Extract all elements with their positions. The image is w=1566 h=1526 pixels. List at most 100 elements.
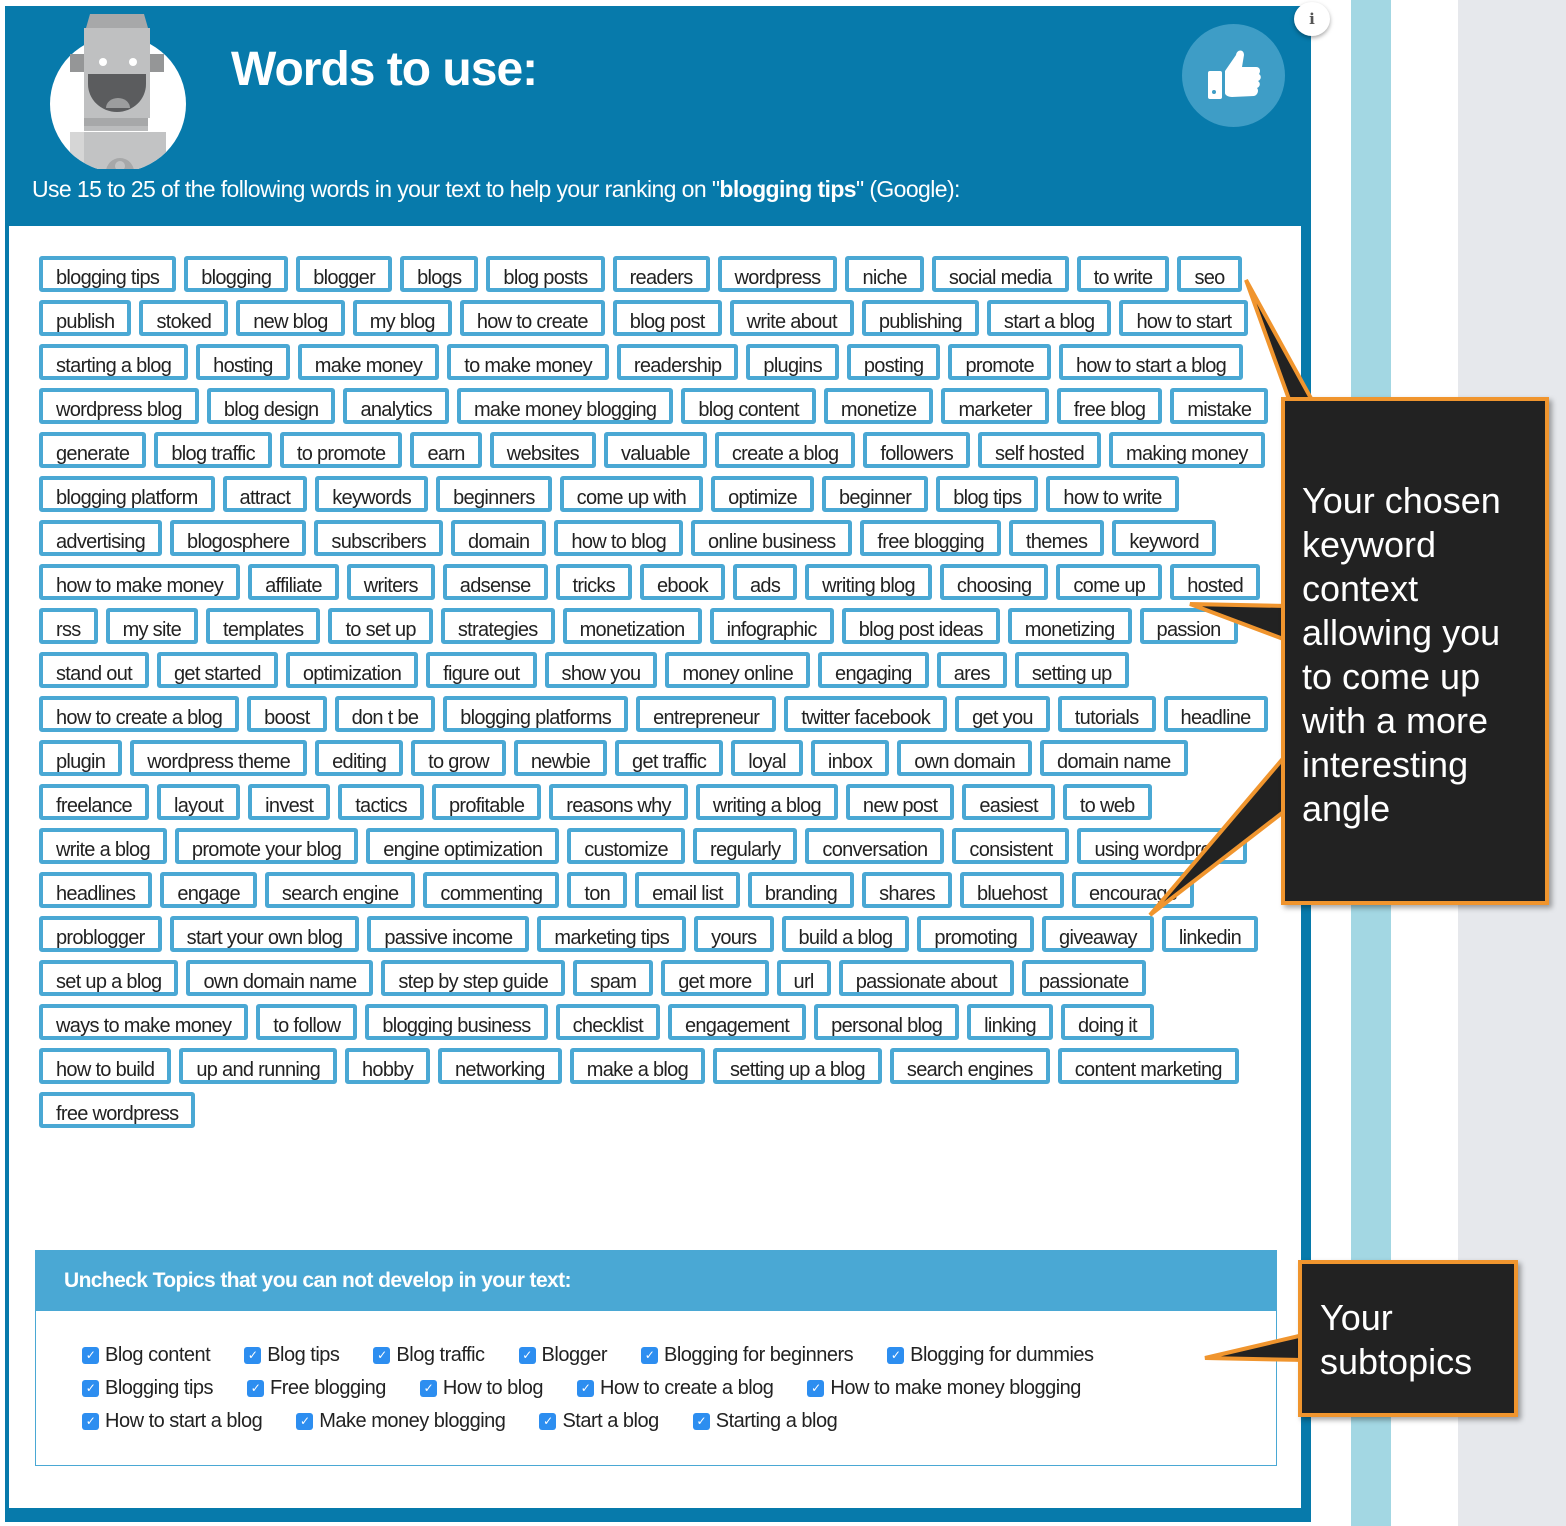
word-tag[interactable]: tricks [555,564,632,600]
word-tag[interactable]: adsense [442,564,548,600]
word-tag[interactable]: to write [1076,256,1170,292]
word-tag[interactable]: headlines [39,872,153,908]
word-tag[interactable]: bluehost [959,872,1064,908]
word-tag[interactable]: rss [39,608,98,644]
checkbox-checked-icon[interactable]: ✓ [247,1380,265,1397]
word-tag[interactable]: layout [156,784,241,820]
word-tag[interactable]: giveaway [1042,916,1154,952]
word-tag[interactable]: email list [635,872,740,908]
word-tag[interactable]: new post [845,784,955,820]
checkbox-checked-icon[interactable]: ✓ [518,1347,536,1364]
word-tag[interactable]: passion [1139,608,1238,644]
word-tag[interactable]: domain [450,520,547,556]
word-tag[interactable]: blog posts [486,256,605,292]
word-tag[interactable]: freelance [39,784,149,820]
word-tag[interactable]: readers [612,256,710,292]
checkbox-checked-icon[interactable]: ✓ [82,1413,99,1430]
word-tag[interactable]: my site [105,608,199,644]
word-tag[interactable]: using wordpress [1077,828,1247,864]
word-tag[interactable]: to make money [447,344,609,380]
word-tag[interactable]: blog traffic [154,432,272,468]
word-tag[interactable]: how to create a blog [39,696,240,732]
word-tag[interactable]: up and running [179,1048,337,1084]
word-tag[interactable]: blog tips [936,476,1039,512]
word-tag[interactable]: create a blog [714,432,856,468]
word-tag[interactable]: generate [39,432,147,468]
info-button[interactable]: i [1294,2,1330,36]
word-tag[interactable]: followers [863,432,971,468]
word-tag[interactable]: promoting [917,916,1035,952]
word-tag[interactable]: monetize [823,388,934,424]
word-tag[interactable]: publishing [861,300,979,336]
word-tag[interactable]: get more [661,960,769,996]
word-tag[interactable]: monetization [562,608,702,644]
word-tag[interactable]: setting up [1014,652,1129,688]
word-tag[interactable]: stand out [39,652,149,688]
checkbox-checked-icon[interactable]: ✓ [244,1347,262,1364]
word-tag[interactable]: earn [410,432,482,468]
topic-checkbox-item[interactable]: ✓ Blogging for dummies [887,1343,1094,1368]
word-tag[interactable]: set up a blog [39,960,179,996]
word-tag[interactable]: niche [845,256,924,292]
word-tag[interactable]: money online [665,652,811,688]
word-tag[interactable]: keyword [1112,520,1216,556]
word-tag[interactable]: beginner [821,476,929,512]
word-tag[interactable]: promote your blog [174,828,359,864]
word-tag[interactable]: engage [160,872,257,908]
topic-checkbox-item[interactable]: ✓ Blog content [82,1343,211,1368]
word-tag[interactable]: my blog [352,300,452,336]
word-tag[interactable]: attract [222,476,308,512]
word-tag[interactable]: profitable [431,784,542,820]
word-tag[interactable]: get you [955,696,1050,732]
word-tag[interactable]: choosing [939,564,1049,600]
word-tag[interactable]: starting a blog [39,344,189,380]
word-tag[interactable]: publish [39,300,132,336]
word-tag[interactable]: passionate [1021,960,1146,996]
topic-checkbox-item[interactable]: ✓ Blogger [518,1343,607,1368]
word-tag[interactable]: make money blogging [456,388,674,424]
word-tag[interactable]: advertising [39,520,163,556]
word-tag[interactable]: get traffic [615,740,724,776]
word-tag[interactable]: subscribers [314,520,443,556]
word-tag[interactable]: promote [948,344,1051,380]
word-tag[interactable]: branding [747,872,855,908]
word-tag[interactable]: inbox [810,740,890,776]
word-tag[interactable]: writing a blog [695,784,838,820]
word-tag[interactable]: start your own blog [169,916,360,952]
word-tag[interactable]: engagement [667,1004,807,1040]
word-tag[interactable]: ares [936,652,1007,688]
word-tag[interactable]: affiliate [248,564,339,600]
checkbox-checked-icon[interactable]: ✓ [640,1347,658,1364]
word-tag[interactable]: analytics [343,388,449,424]
word-tag[interactable]: entrepreneur [636,696,777,732]
word-tag[interactable]: blogging platform [39,476,215,512]
word-tag[interactable]: wordpress blog [39,388,199,424]
word-tag[interactable]: regularly [692,828,798,864]
checkbox-checked-icon[interactable]: ✓ [82,1380,99,1397]
word-tag[interactable]: headline [1163,696,1268,732]
word-tag[interactable]: keywords [315,476,429,512]
word-tag[interactable]: write about [729,300,854,336]
checkbox-checked-icon[interactable]: ✓ [692,1413,710,1430]
word-tag[interactable]: linking [967,1004,1053,1040]
word-tag[interactable]: to set up [328,608,433,644]
word-tag[interactable]: to promote [279,432,403,468]
word-tag[interactable]: doing it [1060,1004,1154,1040]
checkbox-checked-icon[interactable]: ✓ [419,1380,437,1397]
word-tag[interactable]: marketer [941,388,1049,424]
topic-checkbox-item[interactable]: ✓ Free blogging [247,1376,386,1401]
word-tag[interactable]: content marketing [1057,1048,1239,1084]
word-tag[interactable]: loyal [731,740,803,776]
word-tag[interactable]: websites [489,432,596,468]
word-tag[interactable]: come up [1056,564,1163,600]
word-tag[interactable]: conversation [805,828,945,864]
word-tag[interactable]: engine optimization [366,828,560,864]
word-tag[interactable]: how to start a blog [1058,344,1244,380]
checkbox-checked-icon[interactable]: ✓ [82,1347,99,1364]
word-tag[interactable]: blogging tips [39,256,177,292]
word-tag[interactable]: start a blog [986,300,1112,336]
word-tag[interactable]: shares [862,872,952,908]
topic-checkbox-item[interactable]: ✓ Blogging for beginners [640,1343,854,1368]
topic-checkbox-item[interactable]: ✓ How to start a blog [82,1409,263,1434]
word-tag[interactable]: how to write [1046,476,1179,512]
